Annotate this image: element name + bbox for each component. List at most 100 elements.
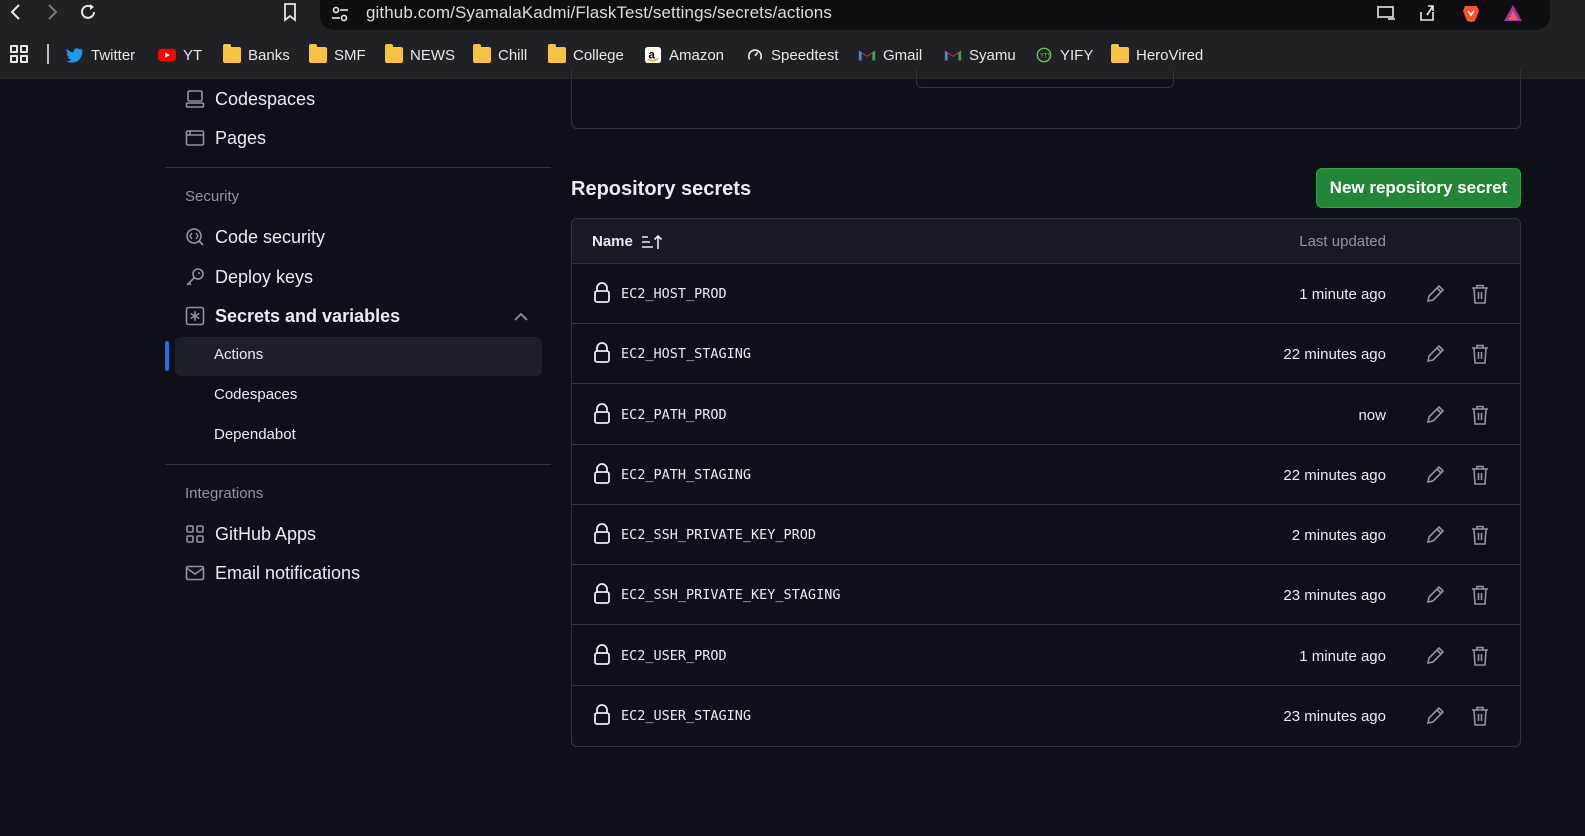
sidebar-subitem-codespaces[interactable]: Codespaces [214, 386, 297, 403]
pencil-icon[interactable] [1424, 524, 1446, 546]
bookmark-herovired[interactable]: HeroVired [1111, 44, 1203, 66]
pencil-icon[interactable] [1424, 645, 1446, 667]
bookmark-chill[interactable]: Chill [473, 44, 527, 66]
sidebar-active-indicator [165, 341, 169, 371]
table-row: EC2_PATH_PROD now [572, 385, 1520, 445]
secret-name: EC2_HOST_STAGING [621, 346, 752, 363]
name-column-header[interactable]: Name [592, 233, 663, 250]
chevron-up-icon[interactable] [512, 309, 530, 325]
trash-icon[interactable] [1469, 705, 1491, 727]
trash-icon[interactable] [1469, 404, 1491, 426]
lock-icon [594, 643, 610, 665]
bookmark-amazon[interactable]: a Amazon [644, 44, 724, 66]
trash-icon[interactable] [1469, 584, 1491, 606]
bookmark-yify[interactable]: YTS YIFY [1035, 44, 1093, 66]
share-icon [1420, 5, 1434, 21]
trash-icon[interactable] [1469, 283, 1491, 305]
svg-text:YTS: YTS [1039, 53, 1052, 60]
folder-icon [1111, 44, 1129, 63]
youtube-icon [158, 48, 176, 62]
pencil-icon[interactable] [1424, 404, 1446, 426]
table-row: EC2_PATH_STAGING 22 minutes ago [572, 445, 1520, 505]
secret-name: EC2_PATH_STAGING [621, 466, 752, 483]
bookmark-page-button[interactable] [276, 0, 304, 24]
sidebar-item-deploy-keys[interactable]: Deploy keys [185, 264, 313, 290]
pencil-icon[interactable] [1424, 343, 1446, 365]
bookmarks-divider [47, 44, 49, 64]
table-header: Name Last updated [572, 219, 1520, 264]
share-button[interactable] [1416, 2, 1438, 24]
bookmark-speedtest[interactable]: Speedtest [746, 44, 839, 66]
folder-icon [385, 44, 403, 63]
bookmark-syamu[interactable]: Syamu [944, 44, 1016, 66]
secret-last-updated: 23 minutes ago [1283, 707, 1386, 725]
trash-icon[interactable] [1469, 464, 1491, 486]
site-info-icon [332, 6, 348, 22]
brave-rewards-button[interactable] [1502, 2, 1524, 24]
sidebar-subitem-actions[interactable]: Actions [214, 346, 263, 363]
lock-icon [594, 583, 610, 605]
forward-button[interactable] [38, 0, 66, 24]
pencil-icon[interactable] [1424, 283, 1446, 305]
table-row: EC2_SSH_PRIVATE_KEY_PROD 2 minutes ago [572, 505, 1520, 565]
back-icon [10, 4, 20, 20]
trash-icon[interactable] [1469, 343, 1491, 365]
secrets-table: Name Last updated EC2_HOST_PROD 1 minute … [571, 218, 1521, 747]
pencil-icon[interactable] [1424, 705, 1446, 727]
trash-icon[interactable] [1469, 645, 1491, 667]
sidebar-item-github-apps[interactable]: GitHub Apps [185, 521, 316, 547]
brave-shields-button[interactable] [1460, 2, 1482, 24]
bookmark-twitter[interactable]: Twitter [66, 44, 135, 66]
bookmark-college[interactable]: College [548, 44, 624, 66]
brave-lion-icon [1463, 6, 1479, 22]
cast-button[interactable] [1375, 2, 1397, 24]
twitter-icon [66, 48, 84, 63]
table-row: EC2_HOST_STAGING 22 minutes ago [572, 324, 1520, 385]
secret-name: EC2_USER_PROD [621, 647, 727, 664]
browser-toolbar: github.com/SyamalaKadmi/FlaskTest/settin… [0, 0, 1585, 32]
secret-last-updated: 22 minutes ago [1283, 466, 1386, 484]
apps-grid-icon[interactable] [10, 45, 28, 63]
url-text[interactable]: github.com/SyamalaKadmi/FlaskTest/settin… [366, 3, 832, 23]
repository-secrets-title: Repository secrets [571, 178, 752, 200]
sidebar-item-pages[interactable]: Pages [185, 125, 266, 151]
apps-icon [186, 525, 204, 543]
trash-icon[interactable] [1469, 524, 1491, 546]
bookmark-banks[interactable]: Banks [223, 44, 290, 66]
pencil-icon[interactable] [1424, 584, 1446, 606]
new-repository-secret-button[interactable]: New repository secret [1316, 168, 1521, 208]
code-security-icon [186, 228, 204, 246]
bookmark-icon [284, 3, 296, 22]
bookmark-smf[interactable]: SMF [309, 44, 366, 66]
key-icon [186, 268, 204, 286]
sidebar-subitem-dependabot[interactable]: Dependabot [214, 426, 296, 443]
reload-button[interactable] [74, 0, 102, 24]
sidebar-heading-integrations: Integrations [185, 485, 264, 502]
back-button[interactable] [2, 0, 30, 24]
previous-section-button-edge[interactable] [916, 70, 1174, 88]
table-row: EC2_USER_PROD 1 minute ago [572, 626, 1520, 686]
sidebar-item-codespaces[interactable]: Codespaces [185, 86, 315, 112]
last-updated-column-header: Last updated [1299, 233, 1386, 250]
secret-name: EC2_USER_STAGING [621, 707, 752, 724]
address-bar[interactable]: github.com/SyamalaKadmi/FlaskTest/settin… [320, 0, 1550, 30]
sidebar-item-code-security[interactable]: Code security [185, 224, 325, 250]
secret-last-updated: 1 minute ago [1299, 647, 1386, 665]
folder-icon [223, 44, 241, 63]
bookmark-yt[interactable]: YT [158, 44, 202, 66]
pages-icon [185, 130, 205, 146]
lock-icon [594, 402, 610, 424]
rewards-triangle-icon [1504, 5, 1522, 21]
lock-icon [594, 282, 610, 303]
bookmark-gmail[interactable]: Gmail [858, 44, 922, 66]
screen-icon [1377, 6, 1395, 20]
mail-icon [185, 565, 205, 581]
pencil-icon[interactable] [1424, 464, 1446, 486]
sidebar-item-email-notifications[interactable]: Email notifications [185, 560, 360, 586]
secret-name: EC2_PATH_PROD [621, 406, 727, 423]
sidebar-item-secrets-and-variables[interactable]: Secrets and variables [185, 303, 400, 329]
table-row: EC2_SSH_PRIVATE_KEY_STAGING 23 minutes ag… [572, 565, 1520, 626]
speedtest-icon [748, 49, 762, 60]
bookmark-news[interactable]: NEWS [385, 44, 455, 66]
secret-last-updated: now [1358, 406, 1386, 424]
